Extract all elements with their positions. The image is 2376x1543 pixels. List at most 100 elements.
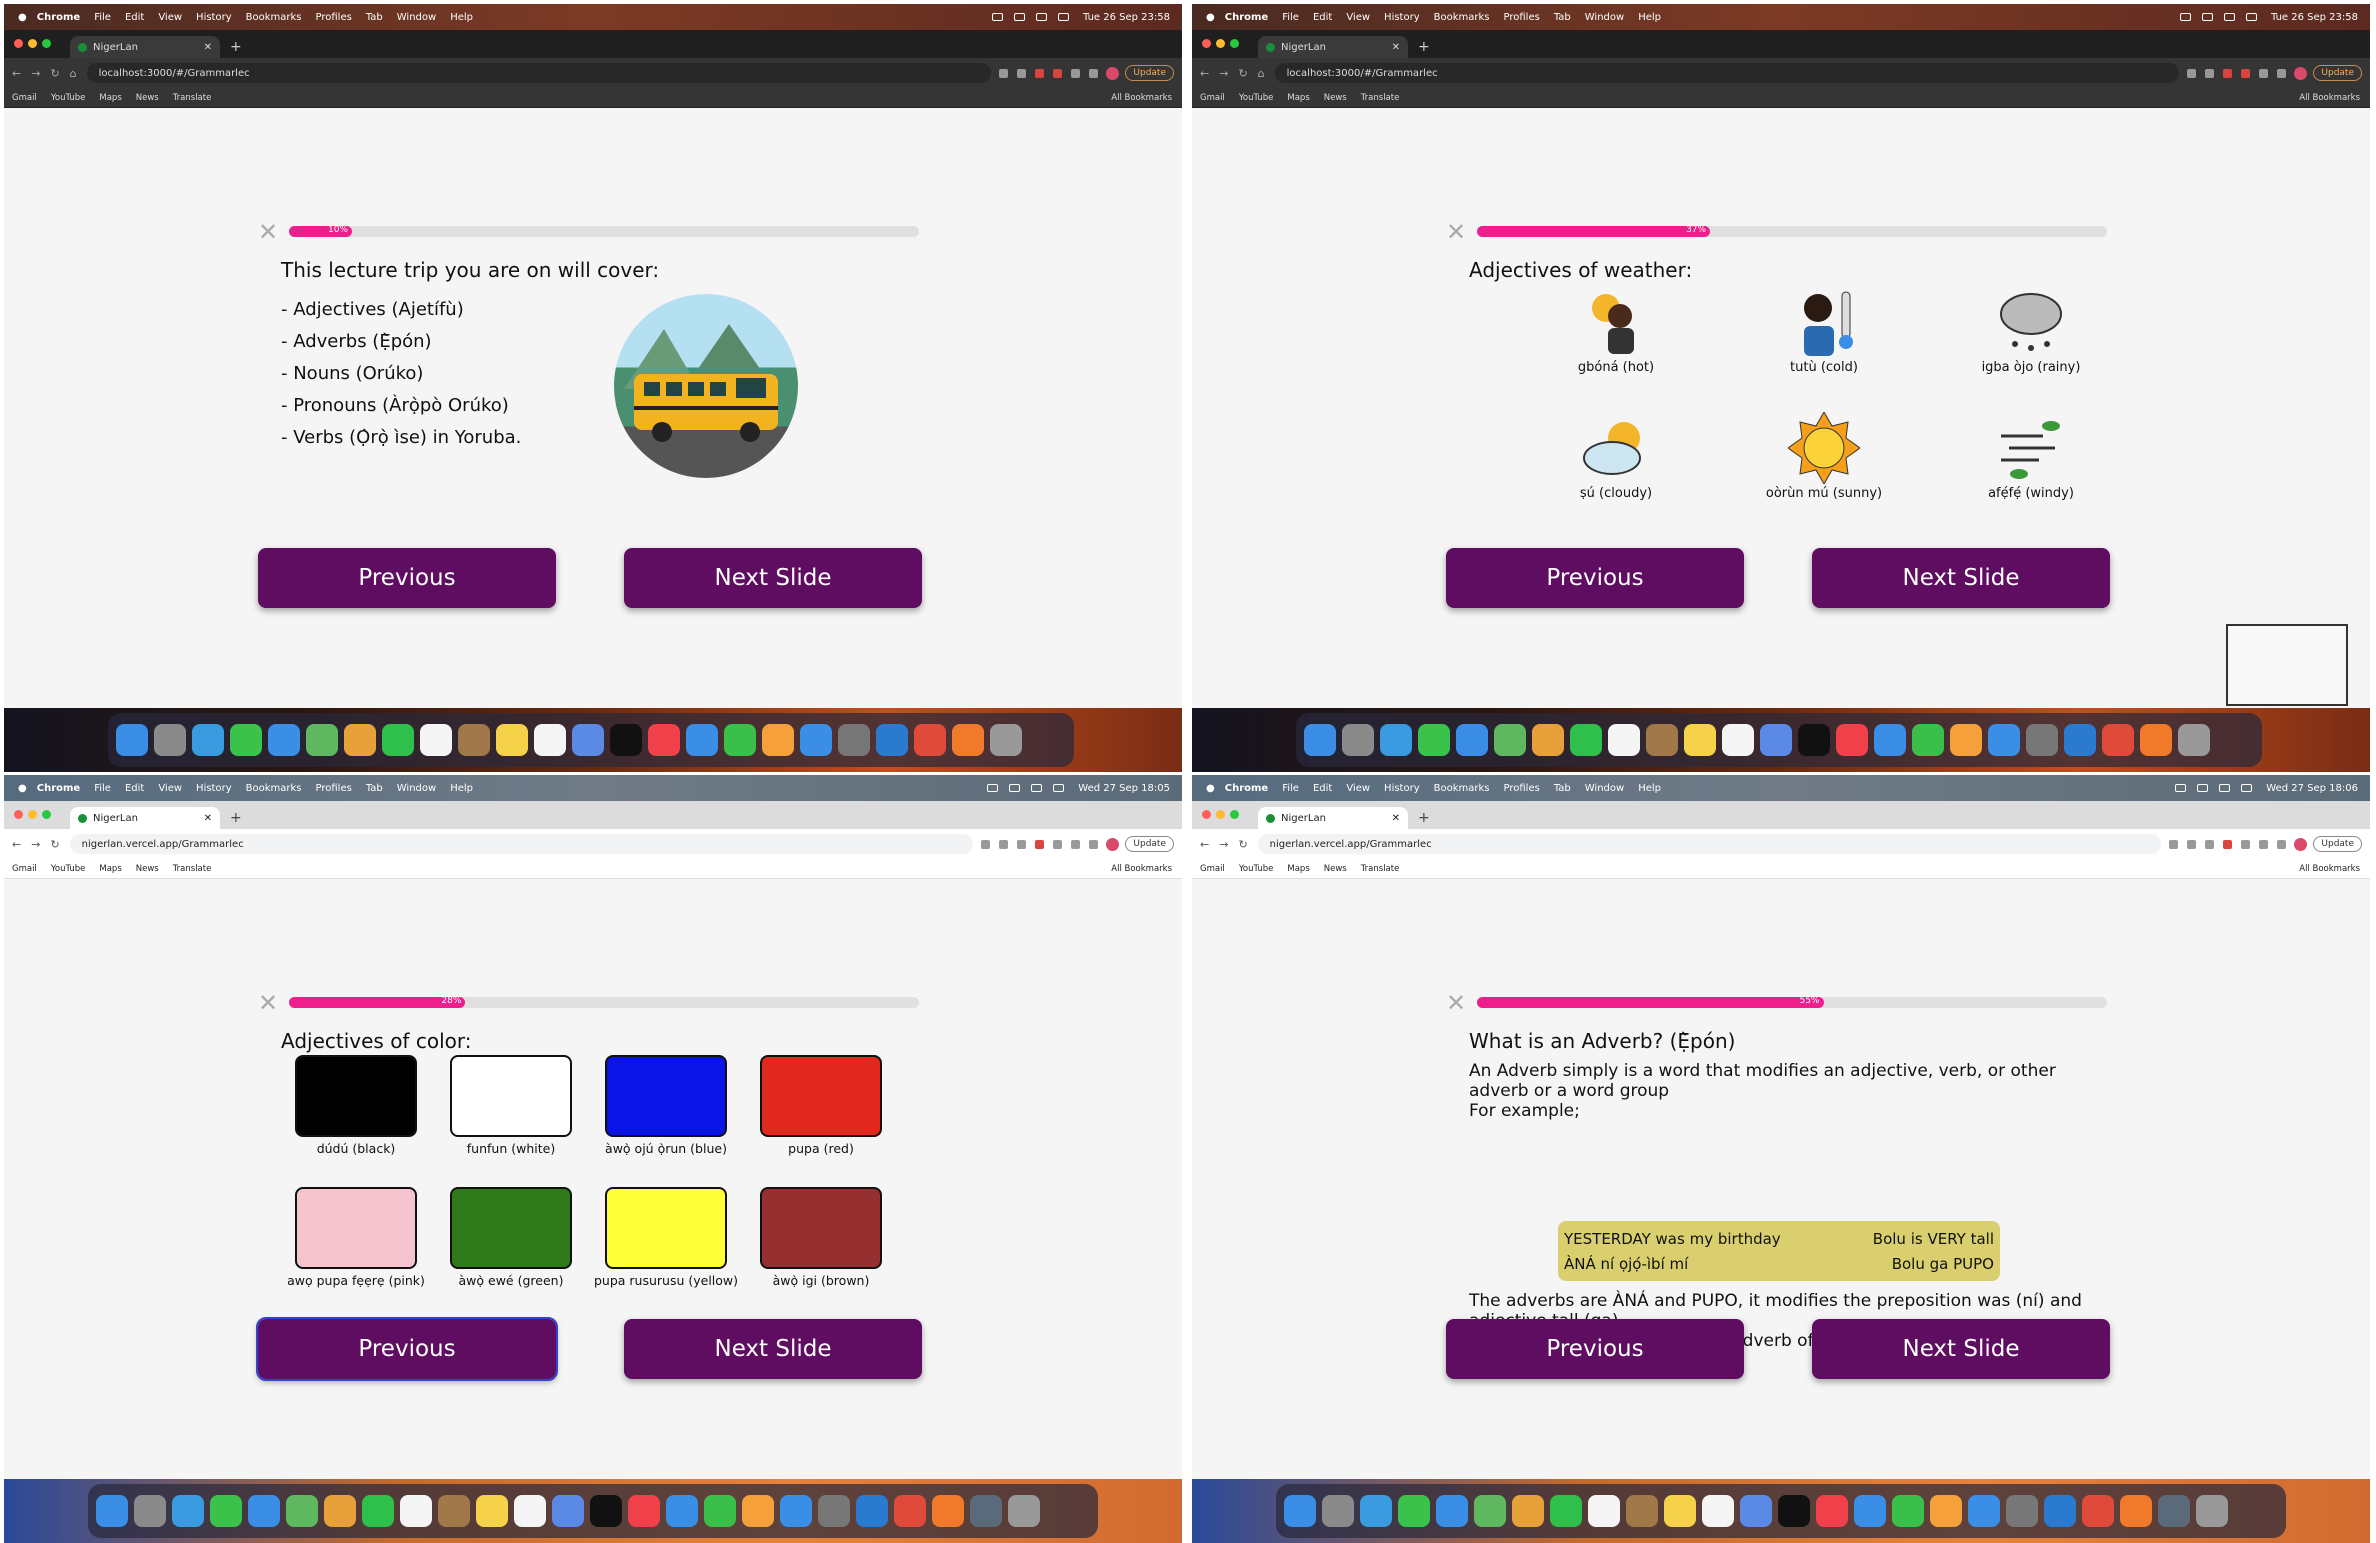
previous-button[interactable]: Previous (256, 1317, 558, 1381)
back-icon[interactable]: ← (1200, 838, 1209, 851)
menu-history[interactable]: History (196, 783, 232, 794)
bookmark-youtube[interactable]: YouTube (51, 864, 86, 874)
facetime-icon[interactable] (382, 724, 414, 756)
address-bar[interactable]: nigerlan.vercel.app/Grammarlec (1257, 834, 2162, 854)
menu-profiles[interactable]: Profiles (1504, 12, 1540, 23)
menu-window[interactable]: Window (1585, 783, 1624, 794)
back-icon[interactable]: ← (1200, 67, 1209, 80)
minimize-window-icon[interactable] (1216, 810, 1225, 819)
star-icon[interactable] (1017, 68, 1027, 78)
bookmark-maps[interactable]: Maps (99, 864, 121, 874)
extension-icon[interactable] (2205, 839, 2215, 849)
preview-icon[interactable] (2158, 1495, 2190, 1527)
menu-profiles[interactable]: Profiles (1504, 783, 1540, 794)
forward-icon[interactable]: → (31, 67, 40, 80)
chrome-icon[interactable] (914, 724, 946, 756)
download-icon[interactable] (1071, 839, 1081, 849)
profile-avatar[interactable] (1106, 66, 1120, 80)
star-icon[interactable] (999, 839, 1009, 849)
numbers-icon[interactable] (704, 1495, 736, 1527)
star-icon[interactable] (2187, 839, 2197, 849)
trash-icon[interactable] (990, 724, 1022, 756)
pages-icon[interactable] (1950, 724, 1982, 756)
menu-help[interactable]: Help (450, 783, 473, 794)
menu-edit[interactable]: Edit (1313, 783, 1332, 794)
update-button[interactable]: Update (2313, 65, 2362, 81)
menu-tab[interactable]: Tab (1554, 783, 1571, 794)
keynote-icon[interactable] (686, 724, 718, 756)
apple-icon[interactable]: ● (1206, 12, 1215, 23)
minimize-window-icon[interactable] (28, 810, 37, 819)
bookmark-youtube[interactable]: YouTube (1239, 864, 1274, 874)
search-icon[interactable] (2219, 784, 2231, 792)
menu-history[interactable]: History (1384, 783, 1420, 794)
browser-tab[interactable]: NigerLan ✕ (70, 807, 220, 829)
notes-icon[interactable] (496, 724, 528, 756)
system-settings-icon[interactable] (2026, 724, 2058, 756)
menu-edit[interactable]: Edit (125, 783, 144, 794)
puzzle-icon[interactable] (1071, 68, 1081, 78)
apple-icon[interactable]: ● (1206, 783, 1215, 794)
messages-icon[interactable] (1418, 724, 1450, 756)
menu-tab[interactable]: Tab (366, 12, 383, 23)
battery-icon[interactable] (991, 13, 1003, 21)
safari-icon[interactable] (192, 724, 224, 756)
control-center-icon[interactable] (1057, 13, 1069, 21)
safari-icon[interactable] (172, 1495, 204, 1527)
vscode-icon[interactable] (2044, 1495, 2076, 1527)
download-icon[interactable] (2259, 839, 2269, 849)
numbers-icon[interactable] (724, 724, 756, 756)
previous-button[interactable]: Previous (1446, 1319, 1744, 1379)
menu-view[interactable]: View (158, 12, 182, 23)
update-button[interactable]: Update (1125, 836, 1174, 852)
pages-icon[interactable] (762, 724, 794, 756)
bookmark-news[interactable]: News (1324, 864, 1347, 874)
close-lesson-icon[interactable]: ✕ (258, 220, 278, 244)
share-icon[interactable] (2169, 839, 2179, 849)
pencil-app-icon[interactable] (2120, 1495, 2152, 1527)
menu-app-name[interactable]: Chrome (1225, 783, 1268, 794)
close-tab-icon[interactable]: ✕ (1392, 42, 1400, 53)
launchpad-icon[interactable] (134, 1495, 166, 1527)
browser-tab[interactable]: NigerLan ✕ (1258, 36, 1408, 58)
close-tab-icon[interactable]: ✕ (204, 813, 212, 824)
forward-icon[interactable]: → (1219, 67, 1228, 80)
new-tab-icon[interactable]: + (1418, 810, 1430, 826)
apple-tv-icon[interactable] (610, 724, 642, 756)
chrome-icon[interactable] (2082, 1495, 2114, 1527)
maps-icon[interactable] (286, 1495, 318, 1527)
trash-icon[interactable] (1008, 1495, 1040, 1527)
bookmark-translate[interactable]: Translate (173, 864, 212, 874)
facetime-icon[interactable] (1570, 724, 1602, 756)
photos-icon[interactable] (1532, 724, 1564, 756)
maximize-window-icon[interactable] (42, 810, 51, 819)
close-tab-icon[interactable]: ✕ (204, 42, 212, 53)
keynote-icon[interactable] (666, 1495, 698, 1527)
menubar-clock[interactable]: Wed 27 Sep 18:06 (2266, 783, 2358, 794)
menu-bookmarks[interactable]: Bookmarks (246, 12, 302, 23)
update-button[interactable]: Update (1125, 65, 1174, 81)
apple-tv-icon[interactable] (1798, 724, 1830, 756)
menu-bookmarks[interactable]: Bookmarks (1434, 12, 1490, 23)
puzzle-icon[interactable] (2259, 68, 2269, 78)
keynote-icon[interactable] (1854, 1495, 1886, 1527)
apple-tv-icon[interactable] (590, 1495, 622, 1527)
reminders-icon[interactable] (534, 724, 566, 756)
all-bookmarks[interactable]: All Bookmarks (1111, 93, 1172, 103)
wifi-icon[interactable] (2197, 784, 2209, 792)
menu-help[interactable]: Help (450, 12, 473, 23)
system-settings-icon[interactable] (2006, 1495, 2038, 1527)
mail-icon[interactable] (1456, 724, 1488, 756)
mail-icon[interactable] (268, 724, 300, 756)
control-center-icon[interactable] (1053, 784, 1065, 792)
mail-icon[interactable] (1436, 1495, 1468, 1527)
pages-icon[interactable] (742, 1495, 774, 1527)
menu-app-name[interactable]: Chrome (1225, 12, 1268, 23)
music-icon[interactable] (648, 724, 680, 756)
home-icon[interactable]: ⌂ (70, 67, 77, 80)
next-slide-button[interactable]: Next Slide (1812, 548, 2110, 608)
menu-view[interactable]: View (1346, 12, 1370, 23)
finder-icon[interactable] (1284, 1495, 1316, 1527)
maps-icon[interactable] (1494, 724, 1526, 756)
keynote-icon[interactable] (1874, 724, 1906, 756)
